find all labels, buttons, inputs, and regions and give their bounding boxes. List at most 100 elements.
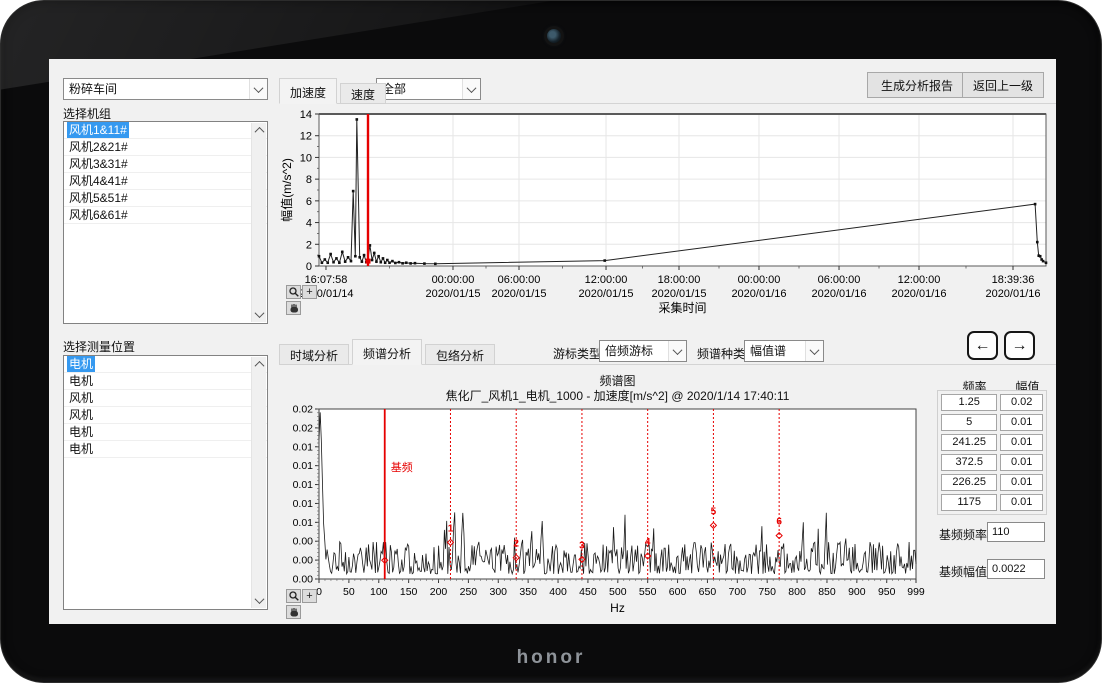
svg-text:0.00: 0.00 (293, 536, 314, 548)
base-freq-field[interactable]: 110 (987, 522, 1045, 542)
svg-text:700: 700 (729, 586, 747, 598)
unit-list-item[interactable]: 风机6&61# (64, 207, 267, 224)
zoom-tool-button[interactable] (286, 589, 301, 603)
brand-logo: honor (1, 647, 1101, 669)
pan-tool-button[interactable] (286, 605, 301, 619)
svg-text:999: 999 (907, 586, 925, 598)
base-amp-field[interactable]: 0.0022 (987, 559, 1045, 579)
tablet-frame: 粉碎车间 选择机组 风机1&11#风机2&21#风机3&31#风机4&41#风机… (0, 0, 1102, 683)
svg-text:100: 100 (370, 586, 388, 598)
peak-cell: 0.01 (1000, 454, 1043, 471)
svg-text:800: 800 (788, 586, 806, 598)
svg-text:50: 50 (343, 586, 355, 598)
unit-list-item[interactable]: 风机2&21# (64, 139, 267, 156)
peak-cell: 1.25 (941, 394, 997, 411)
spectrum-chart[interactable]: 0.020.020.010.010.010.010.010.000.000.00… (279, 399, 979, 617)
position-listbox[interactable]: 电机电机风机风机电机电机 (63, 355, 268, 610)
chevron-down-icon[interactable] (462, 79, 480, 99)
tab-velocity[interactable]: 速度 (340, 83, 386, 104)
unit-list-item[interactable]: 风机5&51# (64, 190, 267, 207)
next-button[interactable]: → (1004, 331, 1035, 360)
svg-text:450: 450 (579, 586, 597, 598)
unit-listbox[interactable]: 风机1&11#风机2&21#风机3&31#风机4&41#风机5&51#风机6&6… (63, 121, 268, 324)
svg-text:06:00:002020/01/16: 06:00:002020/01/16 (811, 274, 866, 300)
svg-text:0.01: 0.01 (293, 517, 314, 529)
svg-text:基频: 基频 (391, 460, 413, 474)
tab-panel-divider (279, 103, 1056, 104)
scroll-down-icon[interactable] (252, 593, 266, 608)
svg-text:300: 300 (490, 586, 508, 598)
crosshair-tool-button[interactable]: + (302, 589, 317, 603)
pan-tool-button[interactable] (286, 301, 301, 315)
spectrum-kind-value: 幅值谱 (750, 344, 786, 358)
position-list-scrollbar[interactable] (251, 357, 266, 608)
chevron-down-icon[interactable] (668, 341, 686, 361)
peak-table-row: 241.250.01 (941, 434, 1043, 451)
magnifier-icon (288, 590, 300, 602)
svg-text:06:00:002020/01/15: 06:00:002020/01/15 (491, 274, 546, 300)
unit-list-item[interactable]: 风机1&11# (64, 122, 267, 139)
svg-text:4: 4 (645, 537, 651, 548)
position-list-item[interactable]: 电机 (64, 441, 267, 458)
tab-spectrum-analysis[interactable]: 频谱分析 (352, 339, 422, 365)
filter-select[interactable]: 全部 (376, 78, 481, 100)
generate-report-button[interactable]: 生成分析报告 (867, 72, 967, 98)
position-list-item[interactable]: 电机 (64, 373, 267, 390)
svg-text:950: 950 (878, 586, 896, 598)
svg-text:850: 850 (818, 586, 836, 598)
svg-text:3: 3 (579, 540, 585, 551)
peak-cell: 0.01 (1000, 474, 1043, 491)
spectrum-graph-tools-palette: + (286, 589, 318, 621)
analysis-tabs: 时域分析 频谱分析 包络分析 (279, 339, 498, 365)
svg-text:2: 2 (513, 539, 519, 550)
trend-chart[interactable]: 0246810121416:07:582020/01/1400:00:00202… (279, 104, 1056, 334)
svg-text:750: 750 (758, 586, 776, 598)
arrow-left-icon: ← (975, 337, 991, 355)
svg-text:00:00:002020/01/15: 00:00:002020/01/15 (425, 274, 480, 300)
trend-graph-tools-palette: + (286, 285, 318, 317)
scroll-up-icon[interactable] (252, 123, 266, 138)
svg-text:0.00: 0.00 (293, 574, 314, 586)
svg-text:采集时间: 采集时间 (658, 300, 706, 315)
prev-button[interactable]: ← (967, 331, 998, 360)
peak-cell: 241.25 (941, 434, 997, 451)
tab-time-domain[interactable]: 时域分析 (279, 344, 349, 365)
unit-list-scrollbar[interactable] (251, 123, 266, 322)
unit-list-item[interactable]: 风机3&31# (64, 156, 267, 173)
zoom-tool-button[interactable] (286, 285, 301, 299)
scroll-down-icon[interactable] (252, 307, 266, 322)
peak-cell: 372.5 (941, 454, 997, 471)
position-list-item[interactable]: 电机 (64, 424, 267, 441)
chevron-down-icon[interactable] (805, 341, 823, 361)
position-list-item[interactable]: 风机 (64, 390, 267, 407)
svg-text:18:39:362020/01/16: 18:39:362020/01/16 (985, 274, 1040, 300)
back-button[interactable]: 返回上一级 (962, 72, 1044, 98)
svg-text:400: 400 (549, 586, 567, 598)
svg-text:12:00:002020/01/15: 12:00:002020/01/15 (578, 274, 633, 300)
svg-text:0.01: 0.01 (293, 498, 314, 510)
svg-text:1: 1 (448, 523, 454, 534)
svg-text:0: 0 (306, 261, 312, 273)
scroll-up-icon[interactable] (252, 357, 266, 372)
position-list-item[interactable]: 电机 (64, 356, 267, 373)
cursor-type-value: 倍频游标 (605, 344, 653, 358)
svg-text:幅值(m/s^2): 幅值(m/s^2) (279, 158, 294, 222)
svg-text:0.02: 0.02 (293, 422, 314, 434)
chevron-down-icon[interactable] (249, 79, 267, 99)
workshop-select[interactable]: 粉碎车间 (63, 78, 268, 100)
hand-icon (288, 606, 300, 618)
crosshair-tool-button[interactable]: + (302, 285, 317, 299)
unit-list-item[interactable]: 风机4&41# (64, 173, 267, 190)
svg-text:14: 14 (300, 109, 312, 121)
svg-text:0.01: 0.01 (293, 441, 314, 453)
tab-envelope-analysis[interactable]: 包络分析 (425, 344, 495, 365)
peak-cell: 5 (941, 414, 997, 431)
workshop-select-value: 粉碎车间 (69, 82, 117, 96)
cursor-type-select[interactable]: 倍频游标 (599, 340, 687, 362)
tab-acceleration[interactable]: 加速度 (279, 78, 337, 104)
peak-cell: 1175 (941, 494, 997, 511)
spectrum-kind-label: 频谱种类 (697, 345, 745, 362)
base-freq-label: 基频频率 (939, 526, 987, 543)
spectrum-kind-select[interactable]: 幅值谱 (744, 340, 824, 362)
position-list-item[interactable]: 风机 (64, 407, 267, 424)
